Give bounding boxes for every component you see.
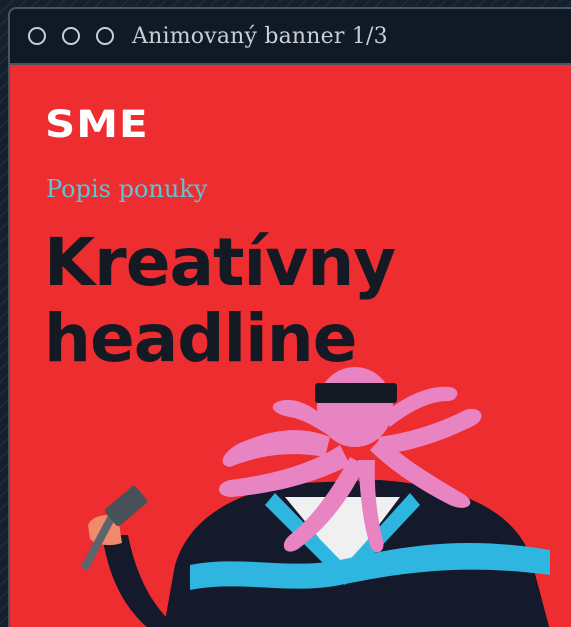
offer-description: Popis ponuky: [46, 175, 208, 203]
headband: [315, 383, 397, 403]
sme-logo: SME: [45, 102, 149, 147]
window-minimize-button[interactable]: [62, 27, 80, 45]
window-title: Animovaný banner 1/3: [132, 23, 388, 49]
octopus-head: [317, 367, 393, 447]
title-bar: Animovaný banner 1/3: [10, 9, 571, 65]
animated-banner[interactable]: SME Popis ponuky Kreatívny headline: [10, 65, 571, 627]
window-maximize-button[interactable]: [96, 27, 114, 45]
window-close-button[interactable]: [28, 27, 46, 45]
headline-line-1: Kreatívny: [44, 224, 396, 301]
app-window: Animovaný banner 1/3 SME Popis ponuky Kr…: [8, 7, 571, 627]
creative-headline: Kreatívny headline: [44, 224, 396, 377]
headline-line-2: headline: [44, 300, 358, 377]
